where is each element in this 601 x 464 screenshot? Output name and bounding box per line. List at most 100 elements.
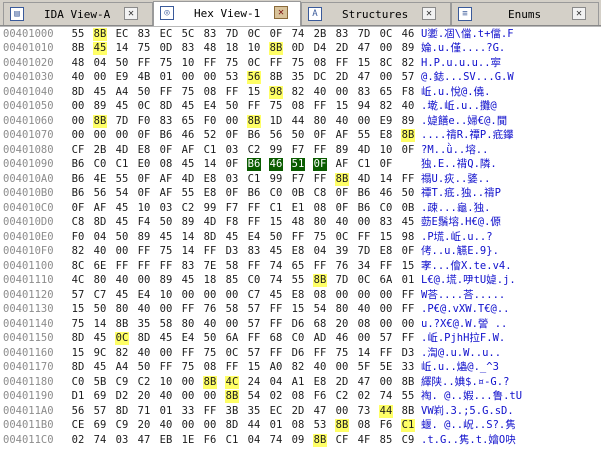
hex-byte[interactable]: 08 bbox=[313, 57, 327, 70]
hex-byte[interactable]: 75 bbox=[181, 361, 195, 374]
row-ascii[interactable]: 岴.u..爞@._^3 bbox=[421, 361, 499, 374]
hex-byte[interactable]: 47 bbox=[357, 42, 371, 55]
hex-byte[interactable]: 00 bbox=[203, 390, 217, 403]
hex-dump-view[interactable]: 00401000 55 8B EC 83 EC 5C 83 7D 0C 0F 74 2B 83 7D 0C 46… bbox=[0, 27, 601, 464]
hex-row[interactable]: 00401110 4C 80 40 00 89 45 18 85 C0 74 55 8B 7D 0C 6A 01… bbox=[0, 274, 601, 287]
hex-byte[interactable]: 80 bbox=[335, 303, 349, 316]
row-ascii[interactable]: .岴.PjhH拉F.W. bbox=[421, 332, 505, 345]
hex-byte[interactable]: 75 bbox=[137, 42, 151, 55]
hex-byte[interactable]: C1 bbox=[247, 173, 261, 186]
hex-byte[interactable]: FF bbox=[379, 347, 393, 360]
hex-byte[interactable]: 15 bbox=[401, 260, 415, 273]
hex-byte[interactable]: 50 bbox=[159, 216, 173, 229]
hex-byte[interactable]: E0 bbox=[137, 158, 151, 171]
hex-byte[interactable]: 83 bbox=[137, 28, 151, 41]
hex-byte[interactable]: E8 bbox=[203, 187, 217, 200]
hex-byte[interactable]: E9 bbox=[379, 115, 393, 128]
hex-byte[interactable]: E4 bbox=[247, 231, 261, 244]
hex-byte[interactable]: 50 bbox=[93, 303, 107, 316]
hex-byte[interactable]: 14 bbox=[115, 42, 129, 55]
hex-byte[interactable]: 75 bbox=[335, 347, 349, 360]
hex-byte[interactable]: 08 bbox=[291, 390, 305, 403]
hex-byte[interactable]: 8D bbox=[71, 361, 85, 374]
hex-byte[interactable]: 74 bbox=[93, 434, 107, 447]
hex-byte[interactable]: E8 bbox=[379, 245, 393, 258]
hex-byte[interactable]: 14 bbox=[93, 318, 107, 331]
hex-byte[interactable]: 0D bbox=[291, 42, 305, 55]
hex-byte[interactable]: A4 bbox=[115, 361, 129, 374]
hex-byte[interactable]: 65 bbox=[181, 115, 195, 128]
hex-byte[interactable]: 08 bbox=[313, 289, 327, 302]
hex-byte[interactable]: 15 bbox=[71, 347, 85, 360]
hex-byte[interactable]: E8 bbox=[137, 144, 151, 157]
hex-byte[interactable]: 15 bbox=[291, 303, 305, 316]
hex-byte[interactable]: F8 bbox=[225, 216, 239, 229]
hex-byte[interactable]: EC bbox=[269, 405, 283, 418]
hex-byte[interactable]: 74 bbox=[269, 274, 283, 287]
row-ascii[interactable]: 禫T.疷.独..禙P bbox=[421, 187, 501, 200]
hex-byte[interactable]: 51 bbox=[291, 158, 305, 171]
hex-byte[interactable]: 40 bbox=[313, 361, 327, 374]
hex-byte[interactable]: 02 bbox=[357, 390, 371, 403]
hex-byte[interactable]: 0F bbox=[225, 158, 239, 171]
hex-byte[interactable]: 46 bbox=[335, 332, 349, 345]
hex-byte[interactable]: 4E bbox=[93, 173, 107, 186]
hex-byte[interactable]: 8B bbox=[401, 405, 415, 418]
hex-byte[interactable]: FF bbox=[269, 57, 283, 70]
hex-byte[interactable]: 8C bbox=[379, 57, 393, 70]
hex-byte[interactable]: 57 bbox=[247, 303, 261, 316]
hex-byte[interactable]: 57 bbox=[71, 289, 85, 302]
hex-row[interactable]: 00401070 00 00 00 0F B6 46 52 0F B6 56 50 0F AF 55 E8 8B… bbox=[0, 129, 601, 142]
hex-byte[interactable]: 45 bbox=[93, 42, 107, 55]
hex-byte[interactable]: B6 bbox=[71, 158, 85, 171]
hex-byte[interactable]: 0F bbox=[137, 129, 151, 142]
hex-byte[interactable]: C0 bbox=[379, 202, 393, 215]
hex-byte[interactable]: E8 bbox=[313, 376, 327, 389]
hex-byte[interactable]: 4D bbox=[181, 173, 195, 186]
hex-byte[interactable]: 00 bbox=[93, 71, 107, 84]
hex-byte[interactable]: 46 bbox=[181, 129, 195, 142]
hex-byte[interactable]: C2 bbox=[247, 144, 261, 157]
hex-byte[interactable]: 4C bbox=[225, 375, 239, 389]
hex-row[interactable]: 00401150 8D 45 0C 8D 45 E4 50 6A FF 68 C0 AD 46 00 57 FF… bbox=[0, 332, 601, 345]
row-ascii[interactable]: 禢U.疢..婱.. bbox=[421, 173, 490, 186]
hex-byte[interactable]: 3B bbox=[225, 405, 239, 418]
hex-byte[interactable]: 76 bbox=[335, 260, 349, 273]
hex-byte[interactable]: 8B bbox=[93, 27, 107, 41]
hex-byte[interactable]: 98 bbox=[401, 231, 415, 244]
hex-byte[interactable]: FF bbox=[247, 260, 261, 273]
hex-byte[interactable]: 45 bbox=[181, 158, 195, 171]
hex-byte[interactable]: 50 bbox=[225, 100, 239, 113]
hex-row[interactable]: 004010F0 82 40 00 FF 75 14 FF D3 83 45 E8 04 39 7D E8 0F… bbox=[0, 245, 601, 258]
hex-byte[interactable]: 48 bbox=[203, 42, 217, 55]
close-icon[interactable]: ✕ bbox=[422, 7, 436, 20]
hex-byte[interactable]: 00 bbox=[225, 318, 239, 331]
hex-byte[interactable]: 01 bbox=[401, 274, 415, 287]
hex-byte[interactable]: 10 bbox=[159, 289, 173, 302]
hex-byte[interactable]: FF bbox=[225, 361, 239, 374]
hex-byte[interactable]: CF bbox=[71, 144, 85, 157]
hex-byte[interactable]: 83 bbox=[379, 216, 393, 229]
hex-byte[interactable]: 0F bbox=[137, 187, 151, 200]
hex-byte[interactable]: 0B bbox=[291, 187, 305, 200]
hex-byte[interactable]: 0C bbox=[137, 100, 151, 113]
hex-byte[interactable]: C0 bbox=[93, 158, 107, 171]
hex-byte[interactable]: 0F bbox=[335, 202, 349, 215]
hex-byte[interactable]: 6A bbox=[225, 332, 239, 345]
hex-byte[interactable]: 00 bbox=[357, 289, 371, 302]
hex-byte[interactable]: 83 bbox=[357, 86, 371, 99]
tab-structures[interactable]: A Structures ✕ bbox=[301, 2, 451, 25]
hex-byte[interactable]: B6 bbox=[357, 202, 371, 215]
hex-byte[interactable]: F8 bbox=[401, 86, 415, 99]
hex-row[interactable]: 00401030 40 00 E9 4B 01 00 00 53 56 8B 35 DC 2D 47 00 57… bbox=[0, 71, 601, 84]
hex-byte[interactable]: 40 bbox=[137, 303, 151, 316]
hex-byte[interactable]: 45 bbox=[115, 289, 129, 302]
hex-byte[interactable]: EC bbox=[115, 28, 129, 41]
hex-byte[interactable]: 68 bbox=[313, 318, 327, 331]
hex-byte[interactable]: 50 bbox=[401, 187, 415, 200]
hex-byte[interactable]: 0C bbox=[225, 347, 239, 360]
hex-byte[interactable]: 00 bbox=[379, 318, 393, 331]
hex-byte[interactable]: 83 bbox=[203, 28, 217, 41]
hex-byte[interactable]: FF bbox=[137, 260, 151, 273]
hex-byte[interactable]: 85 bbox=[379, 434, 393, 447]
